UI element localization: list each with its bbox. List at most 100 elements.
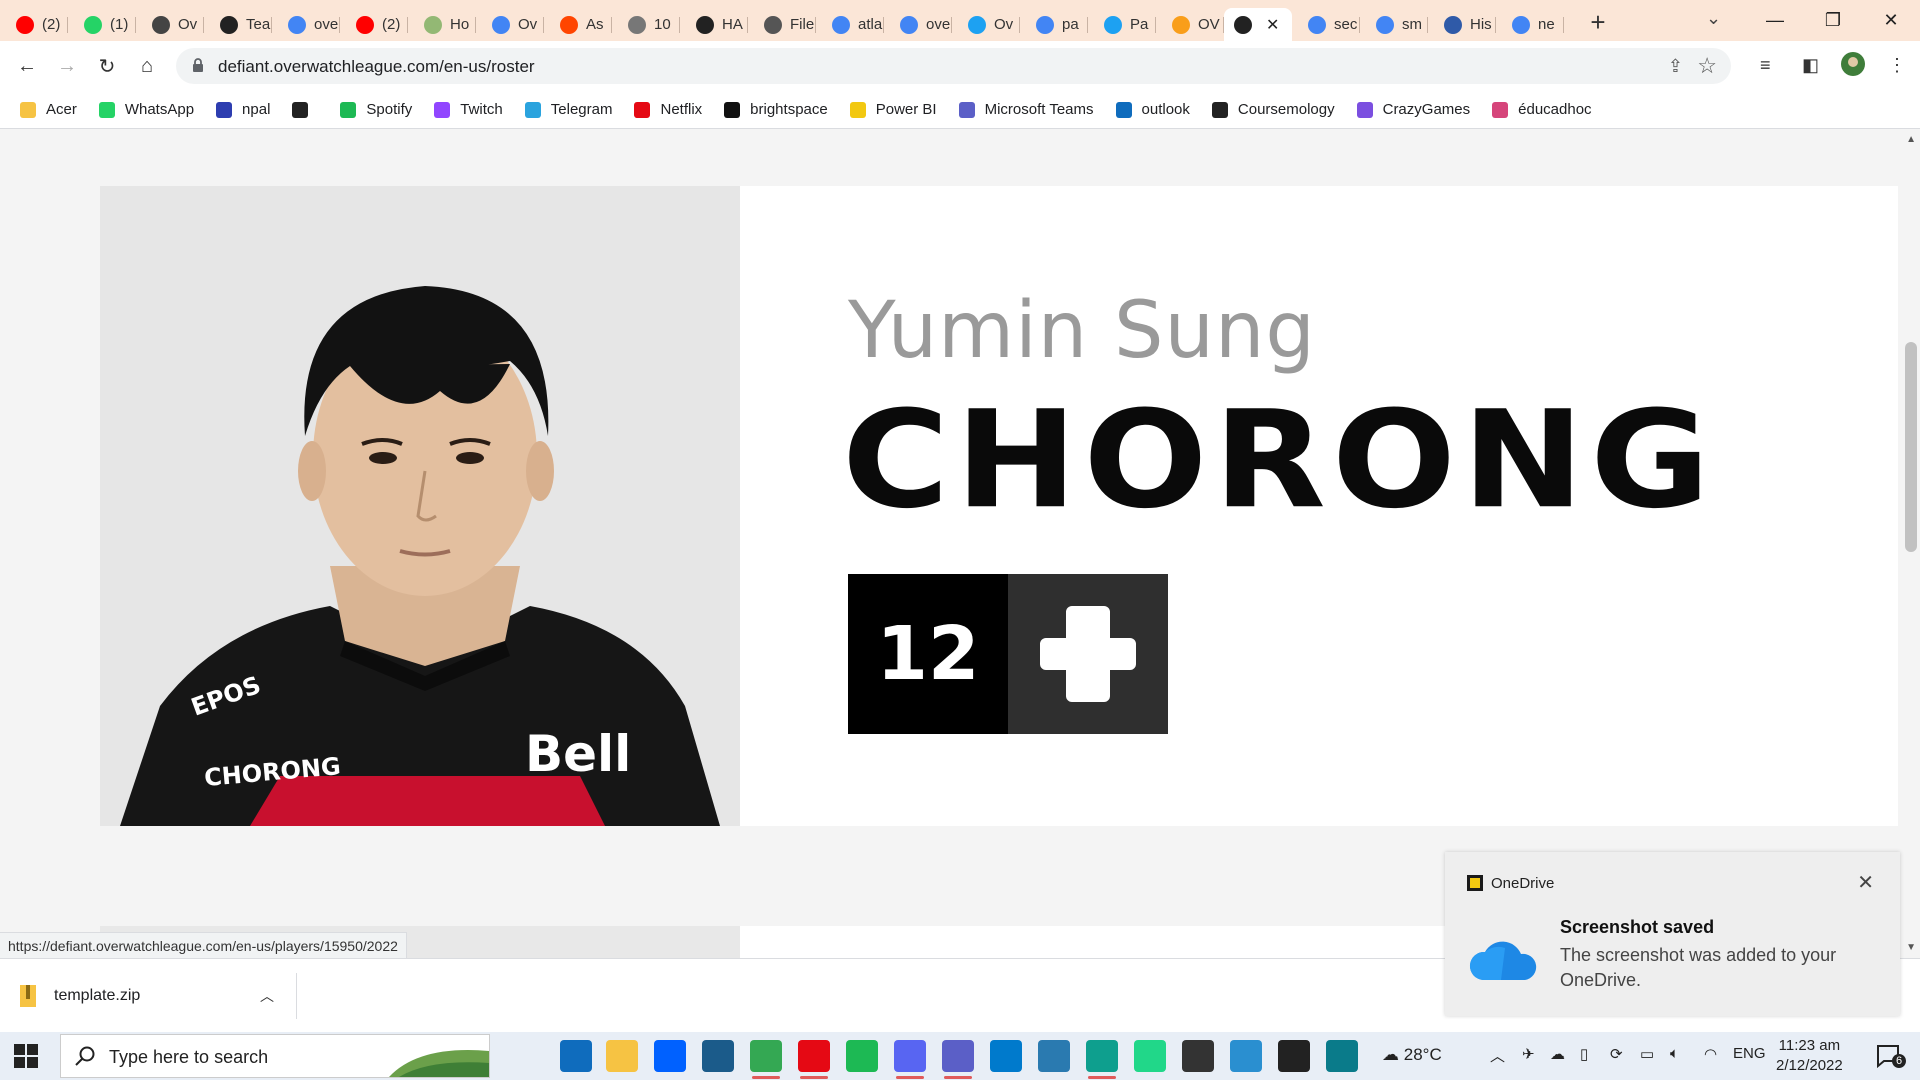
player-card[interactable]: EPOS CHORONG Bell Yumin Sung CHORONG 12 [100,186,1898,826]
download-file-name[interactable]: template.zip [54,987,140,1005]
toast-close-icon[interactable]: ✕ [1857,870,1874,895]
forward-button[interactable]: → [54,53,80,79]
share-icon[interactable]: ⇪ [1668,56,1683,77]
notification-center-icon[interactable]: 6 [1876,1044,1906,1073]
new-tab-button[interactable]: + [1578,7,1618,38]
tab[interactable]: Pa [1088,8,1156,41]
home-button[interactable]: ⌂ [134,53,160,79]
edge-icon[interactable] [1086,1040,1118,1072]
close-window-button[interactable]: ✕ [1862,0,1920,41]
restore-button[interactable]: ❐ [1804,0,1862,41]
side-panel-icon[interactable]: ◧ [1802,55,1819,76]
tab[interactable]: pa [1020,8,1088,41]
download-item[interactable]: template.zip ︿ [20,973,297,1019]
weather-widget[interactable]: ☁ 28°C [1382,1045,1442,1065]
page-scrollbar[interactable]: ▲ ▼ [1902,130,1920,960]
onedrive-toast[interactable]: OneDrive ✕ Screenshot saved The screensh… [1445,852,1900,1016]
taskbar-search-box[interactable]: Type here to search [60,1034,490,1078]
tab[interactable]: 10 [612,8,680,41]
pycharm-icon[interactable] [1134,1040,1166,1072]
taskbar-clock[interactable]: 11:23 am 2/12/2022 [1776,1036,1843,1076]
show-hidden-icons-chevron-icon[interactable]: ︿ [1490,1045,1505,1066]
scroll-up-icon[interactable]: ▲ [1906,134,1916,145]
bookmark-item[interactable]: éducadhoc [1492,101,1592,118]
tab-close-icon[interactable]: ✕ [1266,15,1279,35]
tab[interactable]: Ov [476,8,544,41]
tab[interactable]: His [1428,8,1496,41]
edge-dev-icon[interactable] [1326,1040,1358,1072]
app-icon[interactable] [702,1040,734,1072]
language-indicator[interactable]: ENG [1733,1045,1766,1062]
battery-icon[interactable]: ▭ [1640,1045,1654,1063]
tab[interactable]: (1) [68,8,136,41]
tray-device-icon[interactable]: ▯ [1580,1045,1588,1063]
spotify-icon[interactable] [846,1040,878,1072]
tab-search-chevron-icon[interactable]: ⌄ [1706,8,1721,29]
bookmark-item[interactable]: brightspace [724,101,828,118]
lock-icon[interactable] [192,58,204,73]
media-queue-icon[interactable]: ≡ [1760,55,1771,76]
back-button[interactable]: ← [14,53,40,79]
tab[interactable]: As [544,8,612,41]
mail-icon[interactable] [560,1040,592,1072]
tab[interactable]: Ov [136,8,204,41]
teams-icon[interactable] [942,1040,974,1072]
tab[interactable]: Ov [952,8,1020,41]
netflix-icon[interactable] [798,1040,830,1072]
tab[interactable]: (2) [0,8,68,41]
matlab-icon[interactable] [1230,1040,1262,1072]
bookmark-item[interactable]: Telegram [524,101,612,118]
windows-start-icon[interactable] [14,1044,38,1068]
menu-dots-icon[interactable]: ⋮ [1888,55,1906,76]
avatar[interactable] [1840,51,1866,82]
unity-hub-icon[interactable] [1278,1040,1310,1072]
tab[interactable]: ove [884,8,952,41]
tab[interactable]: sm [1360,8,1428,41]
taskbar-search-placeholder[interactable]: Type here to search [109,1047,268,1068]
volume-icon[interactable]: 🔈︎ [1670,1045,1679,1062]
tab[interactable]: ove [272,8,340,41]
chevron-up-icon[interactable]: ︿ [260,986,274,1006]
photos-icon[interactable] [1038,1040,1070,1072]
tab[interactable]: File [748,8,816,41]
bookmark-item[interactable]: Acer [20,101,77,118]
minimize-button[interactable]: — [1746,0,1804,41]
tray-onedrive-icon[interactable]: ☁ [1550,1045,1565,1063]
tab[interactable]: (2) [340,8,408,41]
bookmark-item[interactable]: Microsoft Teams [958,101,1094,118]
bookmark-item[interactable]: Coursemology [1211,101,1335,118]
bookmark-item[interactable]: CrazyGames [1356,101,1470,118]
url-text[interactable]: defiant.overwatchleague.com/en-us/roster [218,57,535,77]
bookmark-item[interactable]: WhatsApp [98,101,194,118]
tab-active[interactable]: ✕ [1224,8,1292,41]
tab[interactable]: Tea [204,8,272,41]
tab[interactable]: HA [680,8,748,41]
bookmark-item[interactable] [292,101,318,118]
tab[interactable]: sec [1292,8,1360,41]
unity-icon[interactable] [1182,1040,1214,1072]
tab[interactable]: OV [1156,8,1224,41]
bookmark-item[interactable]: outlook [1115,101,1190,118]
chrome-icon[interactable] [750,1040,782,1072]
dropbox-icon[interactable] [654,1040,686,1072]
vscode-icon[interactable] [990,1040,1022,1072]
tab[interactable]: ne [1496,8,1564,41]
tray-network-blocked-icon[interactable]: ✈ [1522,1045,1535,1063]
bookmark-item[interactable]: Power BI [849,101,937,118]
tab[interactable]: atla [816,8,884,41]
bookmark-item[interactable]: Spotify [340,101,412,118]
reload-button[interactable]: ↻ [94,53,120,79]
discord-icon[interactable] [894,1040,926,1072]
bookmark-item[interactable]: Netflix [634,101,702,118]
task-view-icon[interactable] [520,1040,552,1072]
file-explorer-icon[interactable] [606,1040,638,1072]
wifi-icon[interactable]: ◠ [1704,1045,1717,1063]
tab[interactable]: Ho [408,8,476,41]
scroll-down-icon[interactable]: ▼ [1906,942,1916,953]
address-bar[interactable]: defiant.overwatchleague.com/en-us/roster… [176,48,1731,84]
scroll-thumb[interactable] [1905,342,1917,552]
bookmark-item[interactable]: npal [216,101,270,118]
bookmark-star-icon[interactable]: ☆ [1697,53,1717,79]
bookmark-item[interactable]: Twitch [434,101,503,118]
tray-update-icon[interactable]: ⟳ [1610,1045,1623,1063]
